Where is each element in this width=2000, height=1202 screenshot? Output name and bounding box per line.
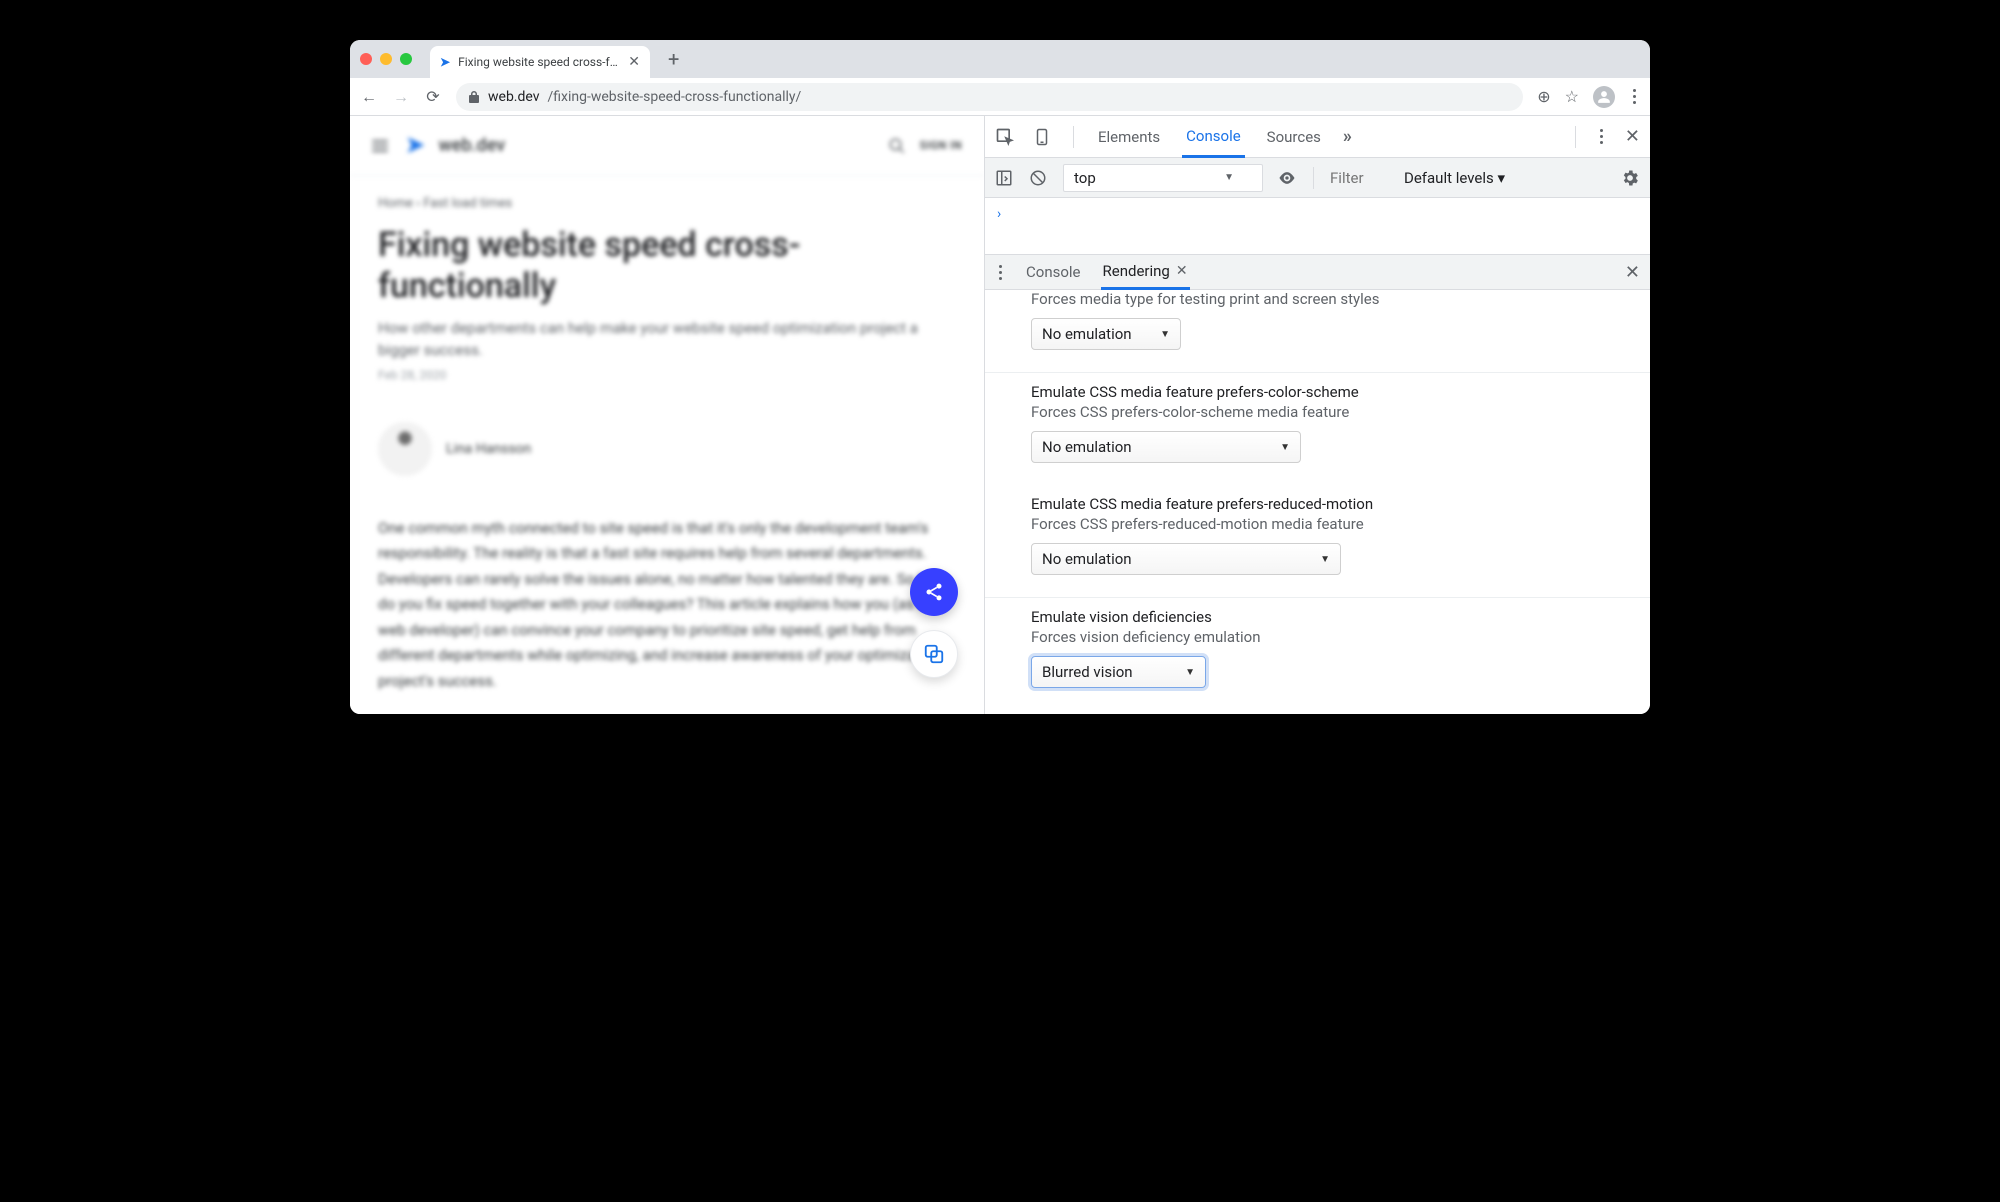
caret-down-icon: ▼ [1280,442,1290,453]
tab-bar: ➤ Fixing website speed cross-fun ✕ + [350,40,1650,78]
devtools-panel: Elements Console Sources » ✕ top [985,116,1650,714]
caret-down-icon: ▼ [1160,329,1170,340]
search-icon[interactable] [888,137,906,155]
devtools-menu-button[interactable] [1596,129,1607,144]
maximize-window-button[interactable] [400,53,412,65]
emulate-reduced-motion-title: Emulate CSS media feature prefers-reduce… [1031,495,1630,513]
page-subtitle: How other departments can help make your… [378,317,956,362]
emulate-media-section: Forces media type for testing print and … [985,290,1650,373]
caret-down-icon: ▼ [1320,554,1330,565]
console-output[interactable]: › [985,198,1650,254]
devtools-close-button[interactable]: ✕ [1625,126,1640,147]
emulate-color-scheme-section: Emulate CSS media feature prefers-color-… [985,373,1650,485]
drawer-tab-close-icon[interactable]: ✕ [1176,263,1188,279]
rendering-panel[interactable]: Forces media type for testing print and … [985,290,1650,714]
tab-favicon-icon: ➤ [440,55,450,69]
tabs-overflow-icon[interactable]: » [1343,126,1352,147]
page-title: Fixing website speed cross-functionally [378,225,956,307]
console-filter-input[interactable] [1330,169,1390,187]
url-domain: web.dev [488,89,540,105]
emulate-color-scheme-select[interactable]: No emulation ▼ [1031,431,1301,463]
caret-down-icon: ▼ [1185,667,1195,678]
share-fab-button[interactable] [910,568,958,616]
page-date: Feb 28, 2020 [378,368,956,382]
author-block: Lina Hansson [378,422,956,476]
url-field[interactable]: web.dev/fixing-website-speed-cross-funct… [456,83,1523,111]
devtools-main-tabs: Elements Console Sources » ✕ [985,116,1650,158]
bookmark-icon[interactable]: ☆ [1565,87,1579,106]
console-sidebar-toggle-icon[interactable] [995,169,1015,187]
minimize-window-button[interactable] [380,53,392,65]
emulate-media-desc: Forces media type for testing print and … [1031,290,1630,308]
content-area: ➤ web.dev SIGN IN Home › Fast load times… [350,116,1650,714]
browser-tab[interactable]: ➤ Fixing website speed cross-fun ✕ [430,46,650,78]
reload-button[interactable]: ⟳ [424,87,442,106]
emulate-color-scheme-value: No emulation [1042,438,1132,456]
console-prompt: › [997,206,1001,222]
device-toggle-icon[interactable] [1033,127,1053,147]
caret-down-icon: ▼ [1224,172,1234,183]
emulate-vision-value: Blurred vision [1042,663,1133,681]
address-bar: ← → ⟳ web.dev/fixing-website-speed-cross… [350,78,1650,116]
page-header: ➤ web.dev SIGN IN [350,116,984,176]
emulate-vision-desc: Forces vision deficiency emulation [1031,628,1630,646]
site-brand: web.dev [438,135,505,156]
emulate-vision-title: Emulate vision deficiencies [1031,608,1630,626]
forward-button[interactable]: → [392,87,410,107]
console-levels-select[interactable]: Default levels ▾ [1404,169,1505,187]
article-body: One common myth connected to site speed … [378,516,956,695]
console-settings-icon[interactable] [1620,168,1640,188]
rendered-page: ➤ web.dev SIGN IN Home › Fast load times… [350,116,985,714]
emulate-media-select[interactable]: No emulation ▼ [1031,318,1181,350]
close-window-button[interactable] [360,53,372,65]
breadcrumb[interactable]: Home › Fast load times [378,196,956,211]
emulate-media-value: No emulation [1042,325,1132,343]
drawer-tabs: Console Rendering ✕ ✕ [985,254,1650,290]
site-logo-icon: ➤ [406,133,424,158]
menu-icon[interactable] [372,140,388,152]
emulate-color-scheme-title: Emulate CSS media feature prefers-color-… [1031,383,1630,401]
live-expression-icon[interactable] [1277,168,1297,188]
profile-button[interactable] [1593,86,1615,108]
tab-title: Fixing website speed cross-fun [458,55,620,69]
inspect-element-icon[interactable] [995,127,1015,147]
drawer-menu-button[interactable] [995,265,1006,280]
back-button[interactable]: ← [360,87,378,107]
signin-button[interactable]: SIGN IN [920,139,962,152]
emulate-reduced-motion-select[interactable]: No emulation ▼ [1031,543,1341,575]
lock-icon [468,90,480,104]
emulate-reduced-motion-section: Emulate CSS media feature prefers-reduce… [985,485,1650,598]
clear-console-icon[interactable] [1029,169,1049,187]
tab-sources[interactable]: Sources [1263,118,1325,156]
emulate-reduced-motion-desc: Forces CSS prefers-reduced-motion media … [1031,515,1630,533]
author-name: Lina Hansson [446,441,531,457]
address-actions: ⊕ ☆ [1537,86,1640,108]
translate-fab-button[interactable] [910,630,958,678]
url-path: /fixing-website-speed-cross-functionally… [548,89,802,105]
tab-elements[interactable]: Elements [1094,118,1164,156]
browser-menu-button[interactable] [1629,89,1640,104]
emulate-vision-select[interactable]: Blurred vision ▼ [1031,656,1206,688]
install-app-icon[interactable]: ⊕ [1537,87,1550,106]
drawer-tab-console[interactable]: Console [1024,256,1083,288]
window-controls [360,53,412,65]
browser-window: ➤ Fixing website speed cross-fun ✕ + ← →… [350,40,1650,714]
drawer-close-button[interactable]: ✕ [1625,262,1640,283]
author-avatar [378,422,432,476]
drawer-tab-rendering[interactable]: Rendering ✕ [1101,255,1190,290]
emulate-vision-section: Emulate vision deficiencies Forces visio… [985,598,1650,710]
tab-close-button[interactable]: ✕ [628,54,640,70]
tab-console[interactable]: Console [1182,117,1245,158]
console-toolbar: top ▼ Default levels ▾ [985,158,1650,198]
emulate-reduced-motion-value: No emulation [1042,550,1132,568]
new-tab-button[interactable]: + [660,47,687,71]
console-context-select[interactable]: top ▼ [1063,164,1263,192]
emulate-color-scheme-desc: Forces CSS prefers-color-scheme media fe… [1031,403,1630,421]
console-context-value: top [1074,169,1096,187]
